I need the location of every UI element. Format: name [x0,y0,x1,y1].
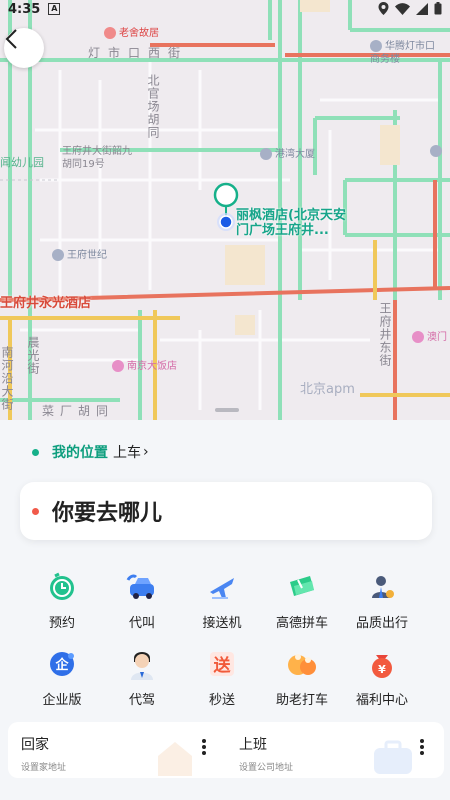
saved-places: 回家 设置家地址 上班 设置公司地址 [8,722,444,778]
airplane-icon [205,570,239,604]
enterprise-icon: 企 [45,647,79,681]
clock-icon [45,570,79,604]
more-icon[interactable] [416,739,428,755]
service-carpool[interactable]: 高德拼车 [262,570,342,631]
destination-dot-icon [32,507,39,515]
hotel-label[interactable]: 丽枫酒店(北京天安门广场王府井... [236,208,356,238]
location-icon [378,2,389,15]
map-label-wangfu-east: 王府井东街 [378,302,392,367]
business-person-icon [365,570,399,604]
express-delivery-icon: 送 [205,647,239,681]
service-grid: 预约 代叫 接送机 高德拼车 品质出行 企 企业版 代驾 送 秒送 助老打车 ¥… [22,570,430,708]
map-label-street: 灯市口西街 [88,46,189,60]
bottom-panel: 我的位置 上车 › 你要去哪儿 预约 代叫 接送机 高德拼车 品质出行 企 企业… [0,408,450,800]
map-poi-huateng: 华腾灯市口商务楼 [370,40,435,65]
pickup-location[interactable]: 我的位置 上车 › [32,442,149,462]
map-label-hutong: 北官场胡同 [146,74,160,139]
map-poi-ao: 澳门 [412,328,447,343]
battery-icon [434,2,442,15]
service-call-for-others[interactable]: 代叫 [102,570,182,631]
status-icons [378,2,442,15]
carpool-icon [285,570,319,604]
service-label: 助老打车 [275,693,328,708]
poi-icon [104,27,116,39]
driver-avatar-icon [125,647,159,681]
service-label: 预约 [48,616,75,631]
road-label: 王府井永光酒店 [0,296,92,311]
phone-car-icon [125,570,159,604]
service-express[interactable]: 送 秒送 [182,647,262,708]
welfare-bag-icon: ¥ [365,647,399,681]
service-airport[interactable]: 接送机 [182,570,262,631]
destination-input[interactable]: 你要去哪儿 [20,482,432,540]
back-button[interactable] [4,28,44,68]
map-poi-gangwan: 港湾大厦 [260,145,315,160]
status-time: 4:35 [8,1,41,17]
pickup-action: 上车 [113,445,141,461]
poi-icon [370,40,382,52]
house-icon [158,742,192,776]
service-enterprise[interactable]: 企 企业版 [22,647,102,708]
chevron-right-icon: › [143,444,149,460]
poi-icon [112,360,124,372]
service-label: 代叫 [128,616,155,631]
more-icon[interactable] [198,739,210,755]
poi-icon [412,331,424,343]
map-label-apm: 北京apm [300,382,355,397]
destination-placeholder: 你要去哪儿 [52,501,163,526]
service-welfare[interactable]: ¥ 福利中心 [342,647,422,708]
service-designated-driver[interactable]: 代驾 [102,647,182,708]
poi-icon [260,148,272,160]
map-label-kindergarten: 闻幼儿园 [0,156,44,169]
place-home[interactable]: 回家 设置家地址 [8,722,226,778]
svg-text:送: 送 [214,655,232,676]
map-poi-laoshe: 老舍故居 [104,24,159,39]
service-label: 代驾 [128,693,155,708]
notification-icon: A [48,3,61,15]
service-label: 品质出行 [355,616,408,631]
svg-text:企: 企 [54,657,69,673]
service-label: 福利中心 [355,693,408,708]
chevron-left-icon [5,29,17,49]
map-label-caichang: 菜厂胡同 [42,404,115,418]
service-label: 高德拼车 [275,616,328,631]
map-view[interactable]: 灯市口西街 北官场胡同 王府井大街韶九胡同19号 老舍故居 华腾灯市口商务楼 港… [0,0,450,420]
service-label: 秒送 [208,693,235,708]
map-label-chenguang: 晨光街 [26,336,40,375]
briefcase-icon [374,740,412,774]
map-poi-east [430,145,445,157]
status-bar: 4:35 A [0,0,450,18]
pickup-name: 我的位置 [52,445,108,461]
service-elderly[interactable]: 助老打车 [262,647,342,708]
service-label: 企业版 [42,693,82,708]
svg-text:¥: ¥ [378,663,386,676]
service-label: 接送机 [202,616,242,631]
poi-icon [52,249,64,261]
wifi-icon [395,2,410,15]
elderly-assist-icon [285,647,319,681]
signal-icon [416,2,428,15]
destination-pin [213,182,239,231]
map-label-address: 王府井大街韶九胡同19号 [62,146,132,170]
drag-handle[interactable] [215,408,239,412]
service-premium[interactable]: 品质出行 [342,570,422,631]
place-work[interactable]: 上班 设置公司地址 [226,722,444,778]
poi-icon [430,145,442,157]
map-poi-wangfu-century: 王府世纪 [52,246,107,261]
service-reserve[interactable]: 预约 [22,570,102,631]
map-label-nanheyan: 南河沿大街 [0,346,14,411]
map-poi-nanjing-hotel: 南京大饭店 [112,357,177,372]
pickup-dot-icon [32,448,39,456]
